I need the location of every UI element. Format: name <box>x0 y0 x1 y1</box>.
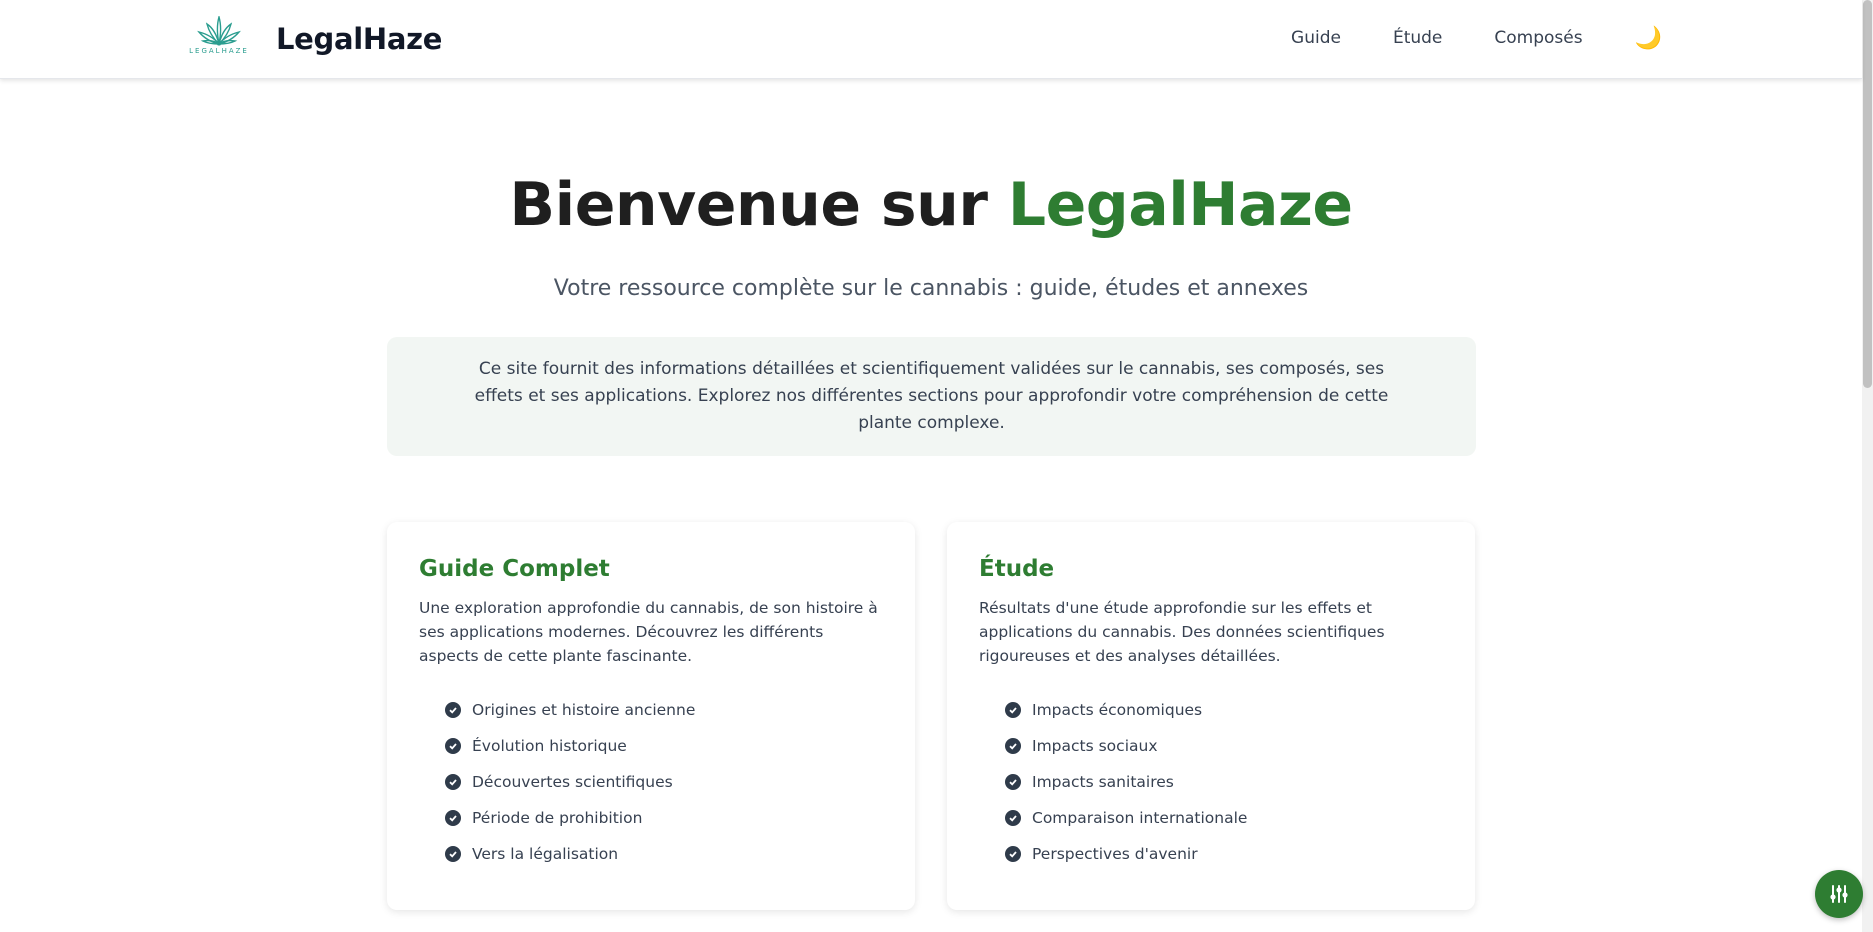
list-item-label: Origines et histoire ancienne <box>472 701 696 719</box>
list-item: Comparaison internationale <box>1005 800 1443 836</box>
title-prefix: Bienvenue sur <box>509 170 1008 240</box>
brand-name[interactable]: LegalHaze <box>276 22 442 56</box>
scrollbar[interactable] <box>1862 0 1873 932</box>
moon-icon[interactable]: 🌙 <box>1635 27 1662 49</box>
check-circle-icon <box>1005 846 1021 862</box>
list-item-label: Comparaison internationale <box>1032 809 1248 827</box>
nav-link-etude[interactable]: Étude <box>1393 28 1442 48</box>
list-item-label: Période de prohibition <box>472 809 643 827</box>
page-subtitle: Votre ressource complète sur le cannabis… <box>553 276 1309 301</box>
sliders-icon <box>1830 885 1848 903</box>
logo: LEGALHAZE <box>180 16 258 62</box>
check-circle-icon <box>445 846 461 862</box>
list-item-label: Perspectives d'avenir <box>1032 845 1198 863</box>
list-item: Vers la légalisation <box>445 836 883 872</box>
list-item: Origines et histoire ancienne <box>445 692 883 728</box>
check-circle-icon <box>445 774 461 790</box>
card-guide[interactable]: Guide Complet Une exploration approfondi… <box>387 522 915 910</box>
page-title: Bienvenue sur LegalHaze <box>0 170 1862 240</box>
main-nav: Guide Étude Composés 🌙 <box>1239 27 1662 49</box>
list-item-label: Évolution historique <box>472 737 627 755</box>
check-circle-icon <box>1005 702 1021 718</box>
settings-button[interactable] <box>1815 870 1863 918</box>
logo-wordmark: LEGALHAZE <box>189 47 249 55</box>
list-item: Découvertes scientifiques <box>445 764 883 800</box>
list-item: Impacts sanitaires <box>1005 764 1443 800</box>
card-title: Guide Complet <box>419 556 610 582</box>
card-title: Étude <box>979 556 1055 582</box>
feature-list: Impacts économiques Impacts sociaux Impa… <box>979 692 1443 872</box>
cannabis-leaf-icon <box>197 16 241 46</box>
list-item: Perspectives d'avenir <box>1005 836 1443 872</box>
list-item: Évolution historique <box>445 728 883 764</box>
scrollbar-thumb[interactable] <box>1863 0 1872 388</box>
check-circle-icon <box>1005 774 1021 790</box>
intro-text: Ce site fournit des informations détaill… <box>474 359 1389 433</box>
list-item-label: Impacts sociaux <box>1032 737 1158 755</box>
title-accent: LegalHaze <box>1007 170 1353 240</box>
list-item: Impacts sociaux <box>1005 728 1443 764</box>
intro-box: Ce site fournit des informations détaill… <box>387 337 1476 456</box>
nav-link-guide[interactable]: Guide <box>1291 28 1341 48</box>
site-header: LEGALHAZE LegalHaze Guide Étude Composés… <box>0 0 1862 79</box>
list-item: Période de prohibition <box>445 800 883 836</box>
feature-list: Origines et histoire ancienne Évolution … <box>419 692 883 872</box>
check-circle-icon <box>445 810 461 826</box>
card-etude[interactable]: Étude Résultats d'une étude approfondie … <box>947 522 1475 910</box>
check-circle-icon <box>1005 738 1021 754</box>
check-circle-icon <box>1005 810 1021 826</box>
check-circle-icon <box>445 702 461 718</box>
list-item-label: Impacts économiques <box>1032 701 1203 719</box>
list-item-label: Impacts sanitaires <box>1032 773 1174 791</box>
nav-link-composes[interactable]: Composés <box>1494 28 1582 48</box>
logo-link[interactable]: LEGALHAZE LegalHaze <box>180 16 442 62</box>
list-item: Impacts économiques <box>1005 692 1443 728</box>
card-description: Résultats d'une étude approfondie sur le… <box>979 599 1385 665</box>
check-circle-icon <box>445 738 461 754</box>
list-item-label: Découvertes scientifiques <box>472 773 673 791</box>
card-description: Une exploration approfondie du cannabis,… <box>419 599 878 665</box>
list-item-label: Vers la légalisation <box>472 845 619 863</box>
